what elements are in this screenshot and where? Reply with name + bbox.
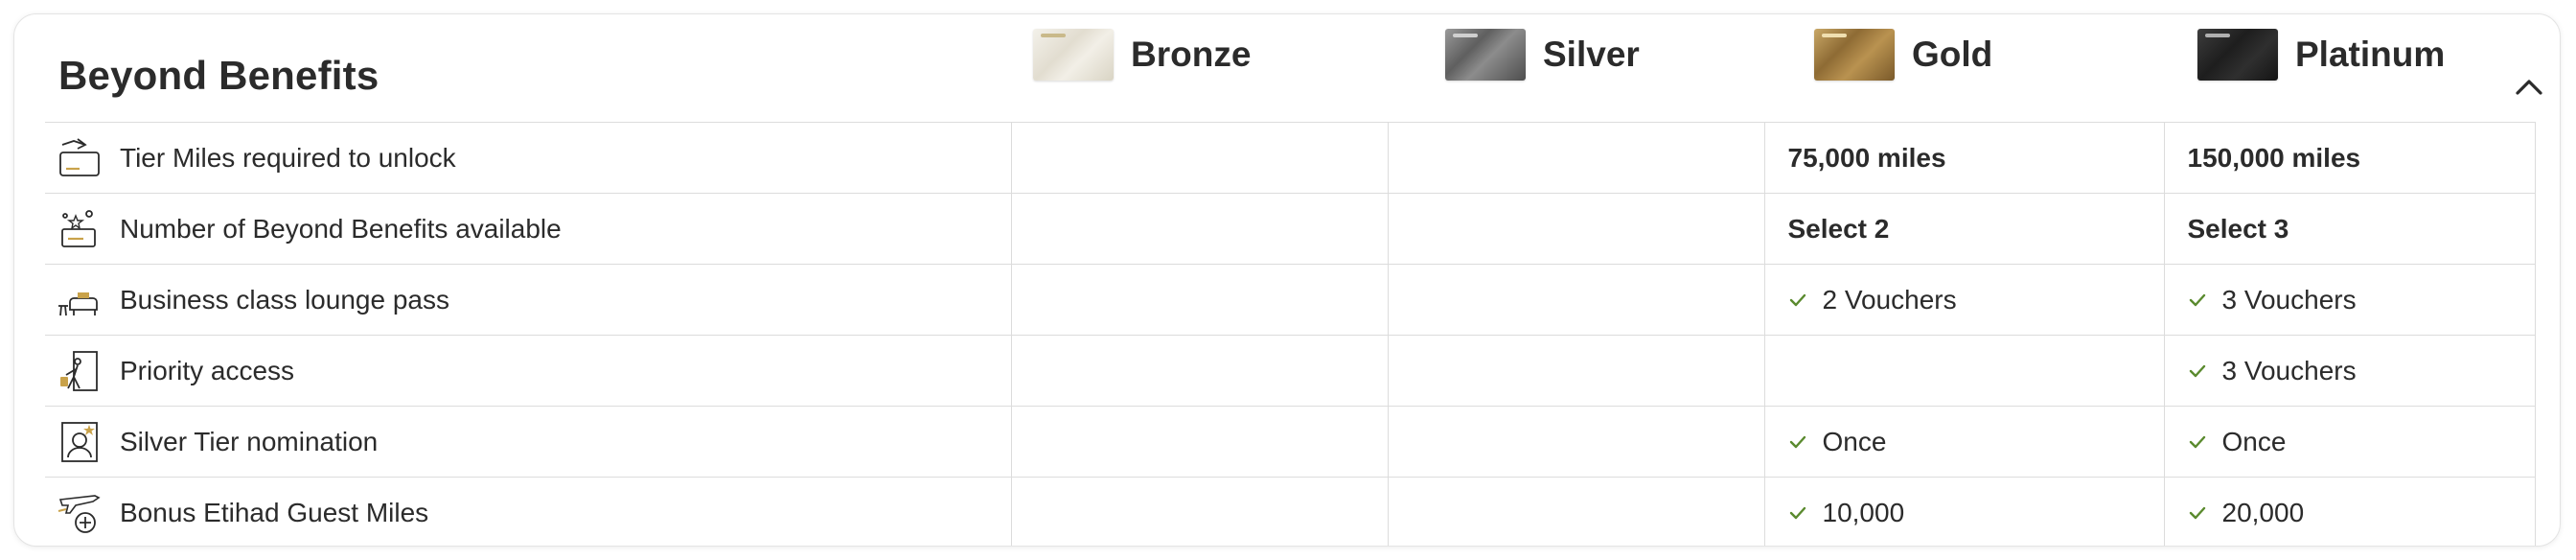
platinum-value: 3 Vouchers [2221, 284, 2357, 315]
gold-value-cell: 2 Vouchers [1765, 285, 2164, 315]
platinum-value-cell: 3 Vouchers [2165, 285, 2535, 315]
tier-header-silver: Silver [1445, 28, 1640, 82]
section-title: Beyond Benefits [58, 53, 380, 98]
platinum-value: Select 3 [2187, 213, 2289, 244]
bronze-card-image [1033, 29, 1114, 81]
tier-header-bronze: Bronze [1033, 28, 1251, 82]
row-label: Priority access [120, 355, 295, 385]
gold-value: Select 2 [1787, 213, 1890, 244]
tier-name: Bronze [1131, 35, 1252, 74]
check-icon [1789, 435, 1806, 448]
gold-value-cell: 10,000 [1765, 498, 2164, 528]
row-label: Number of Beyond Benefits available [120, 213, 562, 244]
platinum-value-cell: Once [2165, 427, 2535, 457]
gold-value: Once [1822, 426, 1887, 456]
tier-header-platinum: Platinum [2197, 28, 2445, 82]
check-icon [2189, 293, 2205, 306]
benefits-select-icon [57, 206, 103, 252]
check-icon [1789, 293, 1806, 306]
tier-name: Platinum [2295, 35, 2446, 74]
table-row: Tier Miles required to unlock 75,000 mil… [45, 122, 2536, 194]
platinum-card-image [2197, 29, 2278, 81]
row-label: Silver Tier nomination [120, 426, 379, 456]
table-row: Business class lounge pass 2 Vouchers 3 … [45, 264, 2536, 336]
tier-nomination-icon [57, 419, 103, 465]
platinum-value: 20,000 [2221, 497, 2305, 527]
platinum-value: 3 Vouchers [2221, 355, 2357, 385]
row-label: Business class lounge pass [120, 284, 449, 315]
benefits-table: Tier Miles required to unlock 75,000 mil… [45, 122, 2536, 546]
check-icon [2189, 364, 2205, 377]
tier-header-gold: Gold [1814, 28, 1992, 82]
check-icon [1789, 506, 1806, 519]
gold-value-cell: Once [1765, 427, 2164, 457]
check-icon [2189, 506, 2205, 519]
gold-value: 10,000 [1822, 497, 1905, 527]
check-icon [2189, 435, 2205, 448]
table-row: Priority access 3 Vouchers [45, 335, 2536, 407]
silver-card-image [1445, 29, 1526, 81]
platinum-value-cell: 3 Vouchers [2165, 356, 2535, 386]
table-row: Number of Beyond Benefits available Sele… [45, 193, 2536, 265]
platinum-value-cell: 20,000 [2165, 498, 2535, 528]
table-row: Bonus Etihad Guest Miles 10,000 20,000 [45, 477, 2536, 546]
gold-value: 75,000 miles [1787, 142, 1946, 173]
tier-card-upgrade-icon [57, 135, 103, 181]
tier-name: Silver [1543, 35, 1640, 74]
lounge-seat-icon [57, 277, 103, 323]
beyond-benefits-panel: Beyond Benefits Bronze Silver Gold Plati… [13, 13, 2561, 547]
collapse-button[interactable] [2508, 66, 2550, 108]
gold-value: 2 Vouchers [1822, 284, 1957, 315]
plane-plus-miles-icon [57, 490, 103, 536]
platinum-value: Once [2221, 426, 2287, 456]
row-label: Tier Miles required to unlock [120, 142, 456, 173]
priority-access-icon [57, 348, 103, 394]
tier-name: Gold [1912, 35, 1993, 74]
table-row: Silver Tier nomination Once Once [45, 406, 2536, 478]
gold-card-image [1814, 29, 1895, 81]
platinum-value: 150,000 miles [2187, 142, 2361, 173]
row-label: Bonus Etihad Guest Miles [120, 497, 429, 527]
chevron-up-icon [2516, 80, 2542, 95]
